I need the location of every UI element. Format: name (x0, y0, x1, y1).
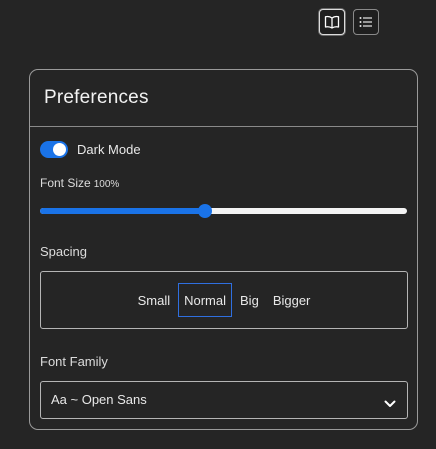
open-book-icon (324, 15, 340, 29)
slider-thumb[interactable] (198, 204, 213, 218)
book-view-button[interactable] (319, 9, 345, 35)
list-view-button[interactable] (353, 9, 379, 35)
font-size-label: Font Size 100% (40, 176, 119, 190)
spacing-options: Small Normal Big Bigger (40, 271, 408, 329)
spacing-option-bigger[interactable]: Bigger (267, 283, 317, 317)
dark-mode-label: Dark Mode (77, 142, 141, 157)
panel-title: Preferences (44, 87, 149, 108)
preferences-panel: Preferences Dark Mode Font Size 100% Spac… (29, 69, 418, 430)
chevron-down-icon (384, 395, 396, 413)
slider-fill (40, 208, 206, 214)
list-icon (359, 16, 373, 28)
toggle-knob (53, 143, 66, 156)
font-size-slider[interactable] (40, 204, 407, 218)
font-family-select[interactable]: Aa ~ Open Sans (40, 381, 408, 419)
spacing-label: Spacing (40, 244, 87, 259)
spacing-option-big[interactable]: Big (234, 283, 265, 317)
title-divider (30, 126, 417, 127)
font-family-label: Font Family (40, 354, 108, 369)
font-size-value: 100% (93, 179, 120, 190)
font-size-label-text: Font Size (40, 176, 91, 190)
spacing-option-small[interactable]: Small (132, 283, 177, 317)
dark-mode-toggle[interactable] (40, 141, 68, 158)
font-family-value: Aa ~ Open Sans (51, 392, 147, 407)
spacing-option-normal[interactable]: Normal (178, 283, 233, 317)
